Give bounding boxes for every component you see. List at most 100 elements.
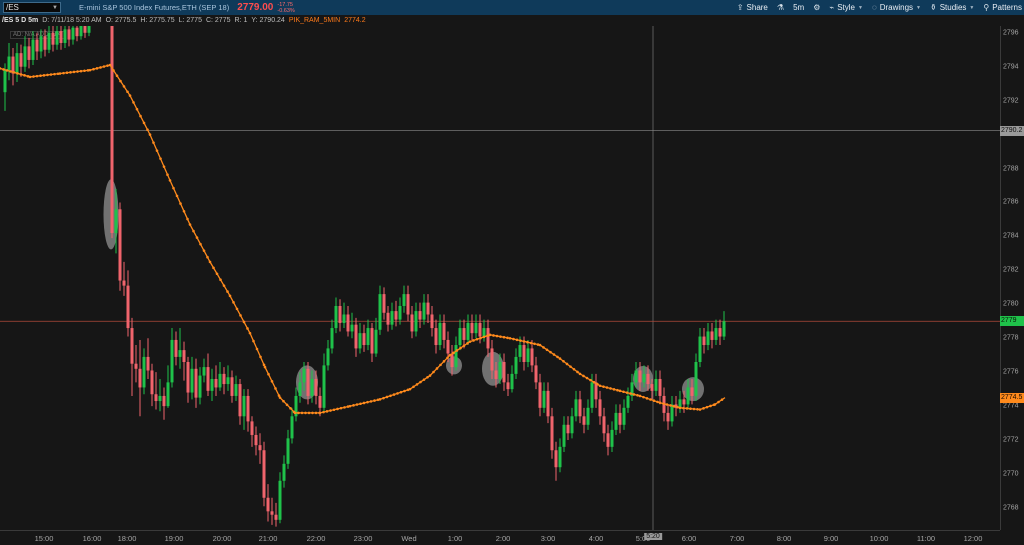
ma-dot <box>192 229 195 233</box>
candle-body <box>146 356 150 371</box>
candle-body <box>378 294 382 330</box>
bar-date: D: 7/11/18 5:20 AM <box>42 17 102 24</box>
symbol-selector[interactable]: /ES ▼ <box>3 2 61 13</box>
ma-dot <box>300 411 304 415</box>
ma-dot <box>102 65 106 68</box>
ma-dot <box>119 79 122 83</box>
candle-body <box>718 328 722 337</box>
candle-body <box>206 367 210 391</box>
ma-dot <box>146 128 149 132</box>
ma-dot <box>297 411 300 415</box>
share-label: Share <box>746 3 768 12</box>
drawings-button[interactable]: ◌ Drawings ▼ <box>872 3 921 12</box>
candle-body <box>466 322 470 340</box>
candle-body <box>502 362 506 383</box>
study-value-tag: 2774.5 <box>1000 392 1024 403</box>
ma-dot <box>206 255 209 259</box>
candle-body <box>31 39 35 60</box>
time-tick-label: 7:00 <box>729 534 745 543</box>
candle-body <box>318 395 322 408</box>
study-value: 2774.2 <box>344 17 366 24</box>
price-axis[interactable]: 2796 2794 2792 2788 2786 2784 2782 2780 2778 2776… <box>1000 26 1024 530</box>
candles <box>3 26 726 527</box>
candle-body <box>654 378 658 391</box>
price-tick-label: 2776 <box>1003 368 1019 376</box>
candle-body <box>150 370 154 395</box>
ma-dot <box>558 357 562 360</box>
flask-button[interactable]: ⚗ <box>777 3 784 12</box>
candle-body <box>71 27 75 40</box>
candle-body <box>75 27 79 37</box>
ma-dot <box>108 63 112 67</box>
ma-dot <box>403 389 406 393</box>
candle-body <box>226 377 230 385</box>
ma-dot <box>419 380 422 384</box>
candle-body <box>430 314 434 329</box>
candle-body <box>3 70 7 93</box>
ma-dot <box>408 387 412 391</box>
ma-dot <box>538 343 542 347</box>
candle-body <box>326 348 330 366</box>
ma-dot <box>142 121 146 125</box>
patterns-button[interactable]: ⚲ Patterns <box>983 3 1022 12</box>
candle-body <box>87 26 91 33</box>
price-tick-label: 2788 <box>1003 165 1019 173</box>
candle-body <box>338 306 342 323</box>
ma-dot <box>155 149 159 152</box>
chart-info-bar: /ES 5 D 5m D: 7/11/18 5:20 AM O: 2775.5 … <box>0 15 370 26</box>
candle-body <box>350 324 354 332</box>
candle-body <box>386 312 390 325</box>
ma-dot <box>262 363 266 367</box>
candle-body <box>522 345 526 362</box>
style-button[interactable]: ⌁ Style ▼ <box>829 3 863 12</box>
candle-body <box>298 382 302 396</box>
studies-button[interactable]: ⚱ Studies ▼ <box>930 3 974 12</box>
settings-button[interactable]: ⚙ <box>813 3 820 12</box>
patterns-label: Patterns <box>992 3 1022 12</box>
ma-dot <box>638 394 642 398</box>
candle-body <box>706 331 710 346</box>
price-tick-label: 2786 <box>1003 198 1019 206</box>
ma-dot <box>270 380 274 383</box>
ma-dot <box>235 307 239 311</box>
price-chart[interactable] <box>0 26 1000 530</box>
candle-body <box>402 294 406 306</box>
candle-body <box>582 416 586 425</box>
share-button[interactable]: ⇪ Share <box>737 3 768 12</box>
share-icon: ⇪ <box>736 3 744 12</box>
ma-dot <box>636 394 639 397</box>
ma-dot <box>9 70 12 73</box>
chevron-down-icon: ▼ <box>969 4 975 11</box>
ma-dot <box>325 410 329 413</box>
candle-body <box>618 412 622 425</box>
candle-body <box>126 285 130 329</box>
time-axis[interactable]: 15:00 16:00 18:00 19:00 20:00 21:00 22:00 23:00… <box>0 530 1000 545</box>
timeframe-button[interactable]: 5m <box>793 3 804 12</box>
reference-lines <box>0 26 1000 530</box>
ma-dot <box>23 74 26 77</box>
ma-dot <box>392 393 396 396</box>
ma-dot <box>79 69 83 73</box>
candle-body <box>406 294 410 315</box>
candle-body <box>626 395 630 408</box>
candle-body <box>494 370 498 379</box>
ma-dot <box>336 407 339 411</box>
candle-body <box>538 382 542 408</box>
candle-body <box>542 390 546 408</box>
candle-body <box>390 311 394 325</box>
ma-dot <box>455 349 459 352</box>
candle-body <box>482 328 486 337</box>
price-tick-label: 2796 <box>1003 29 1019 37</box>
ma-dot <box>629 392 632 395</box>
ma-dot <box>702 407 705 410</box>
ma-dot <box>578 372 582 376</box>
candle-body <box>278 480 282 520</box>
ma-dot <box>322 410 325 414</box>
candle-body <box>426 302 430 315</box>
time-tick-label: 10:00 <box>869 534 889 543</box>
candle-body <box>358 333 362 349</box>
candle-body <box>130 328 134 364</box>
bar-low: L: 2775 <box>178 17 202 24</box>
candle-body <box>354 324 358 349</box>
candle-body <box>686 387 690 405</box>
